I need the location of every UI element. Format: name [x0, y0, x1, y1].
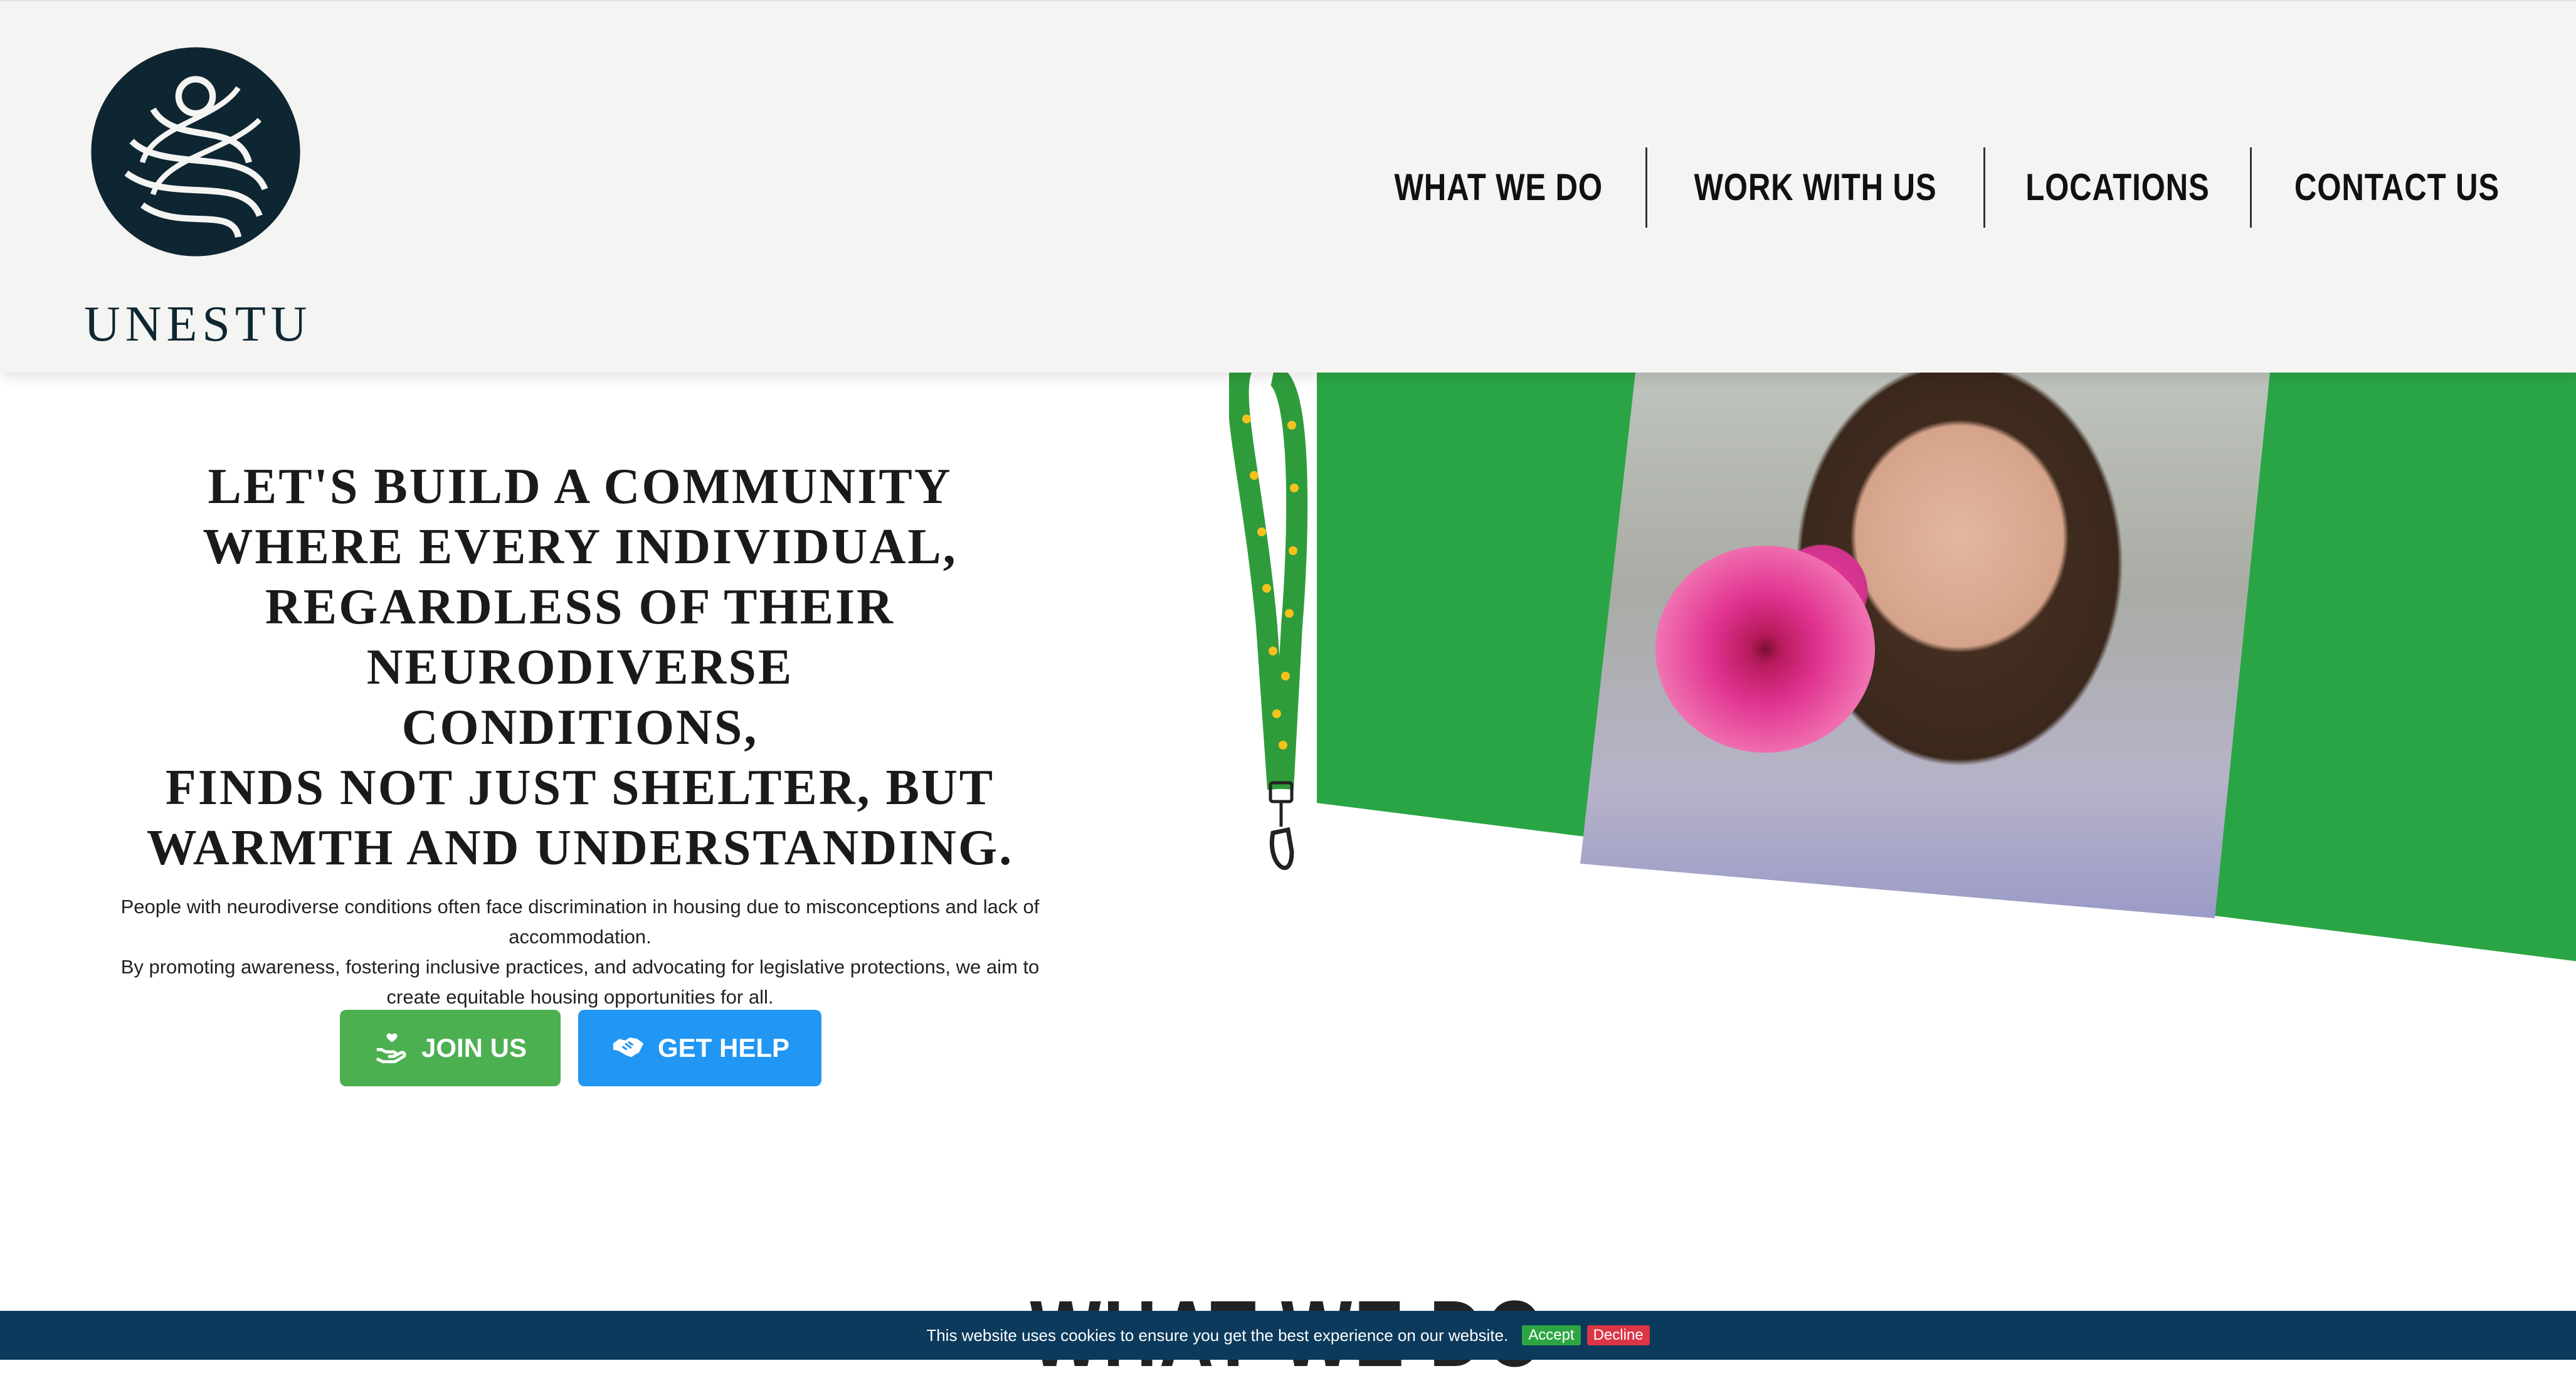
hero-heading-line: LET'S BUILD A COMMUNITY — [208, 459, 953, 514]
cookie-accept-button[interactable]: Accept — [1522, 1325, 1581, 1345]
nav-divider — [1983, 147, 1986, 228]
nav-locations[interactable]: LOCATIONS — [2009, 147, 2226, 228]
nav-contact-us[interactable]: CONTACT US — [2278, 147, 2516, 228]
nav-divider — [2250, 147, 2252, 228]
cookie-banner: This website uses cookies to ensure you … — [0, 1311, 2576, 1360]
swirl-logo-icon — [91, 47, 300, 257]
hero-heading-line: REGARDLESS OF THEIR NEURODIVERSE — [265, 580, 895, 695]
sunflower-lanyard-image — [1229, 364, 1308, 871]
hand-heart-icon — [376, 1033, 406, 1064]
get-help-label: GET HELP — [657, 1033, 790, 1062]
hero-body-line: accommodation. — [509, 926, 652, 948]
nav-what-we-do[interactable]: WHAT WE DO — [1378, 147, 1619, 228]
hero-heading-line: CONDITIONS, — [401, 700, 759, 755]
logo-wordmark: UNESTU — [84, 297, 312, 352]
cookie-decline-button[interactable]: Decline — [1586, 1325, 1650, 1345]
hero-body-line: People with neurodiverse conditions ofte… — [120, 896, 1040, 918]
hero-heading: LET'S BUILD A COMMUNITY WHERE EVERY INDI… — [94, 457, 1066, 878]
site-header: UNESTU WHAT WE DO WORK WITH US LOCATIONS… — [0, 0, 2576, 373]
cookie-message: This website uses cookies to ensure you … — [926, 1325, 1509, 1345]
handshake-icon — [613, 1037, 644, 1057]
hero-body-line: By promoting awareness, fostering inclus… — [120, 956, 1040, 978]
nav-divider — [1645, 147, 1648, 228]
join-us-label: JOIN US — [421, 1033, 527, 1062]
hero-description: People with neurodiverse conditions ofte… — [94, 892, 1066, 1012]
get-help-button[interactable]: GET HELP — [578, 1010, 821, 1086]
hero-heading-line: WHERE EVERY INDIVIDUAL, — [203, 519, 958, 575]
main-nav: WHAT WE DO WORK WITH US LOCATIONS CONTAC… — [1351, 147, 2542, 228]
nav-work-with-us[interactable]: WORK WITH US — [1678, 147, 1953, 228]
hero-heading-line: FINDS NOT JUST SHELTER, BUT — [165, 760, 995, 815]
hero-text: LET'S BUILD A COMMUNITY WHERE EVERY INDI… — [94, 457, 1066, 1012]
hero-body-line: create equitable housing opportunities f… — [386, 986, 774, 1008]
pink-flower-image — [1655, 546, 1875, 753]
logo[interactable]: UNESTU — [84, 45, 310, 349]
hero-heading-line: WARMTH AND UNDERSTANDING. — [146, 820, 1014, 876]
join-us-button[interactable]: JOIN US — [340, 1010, 561, 1086]
